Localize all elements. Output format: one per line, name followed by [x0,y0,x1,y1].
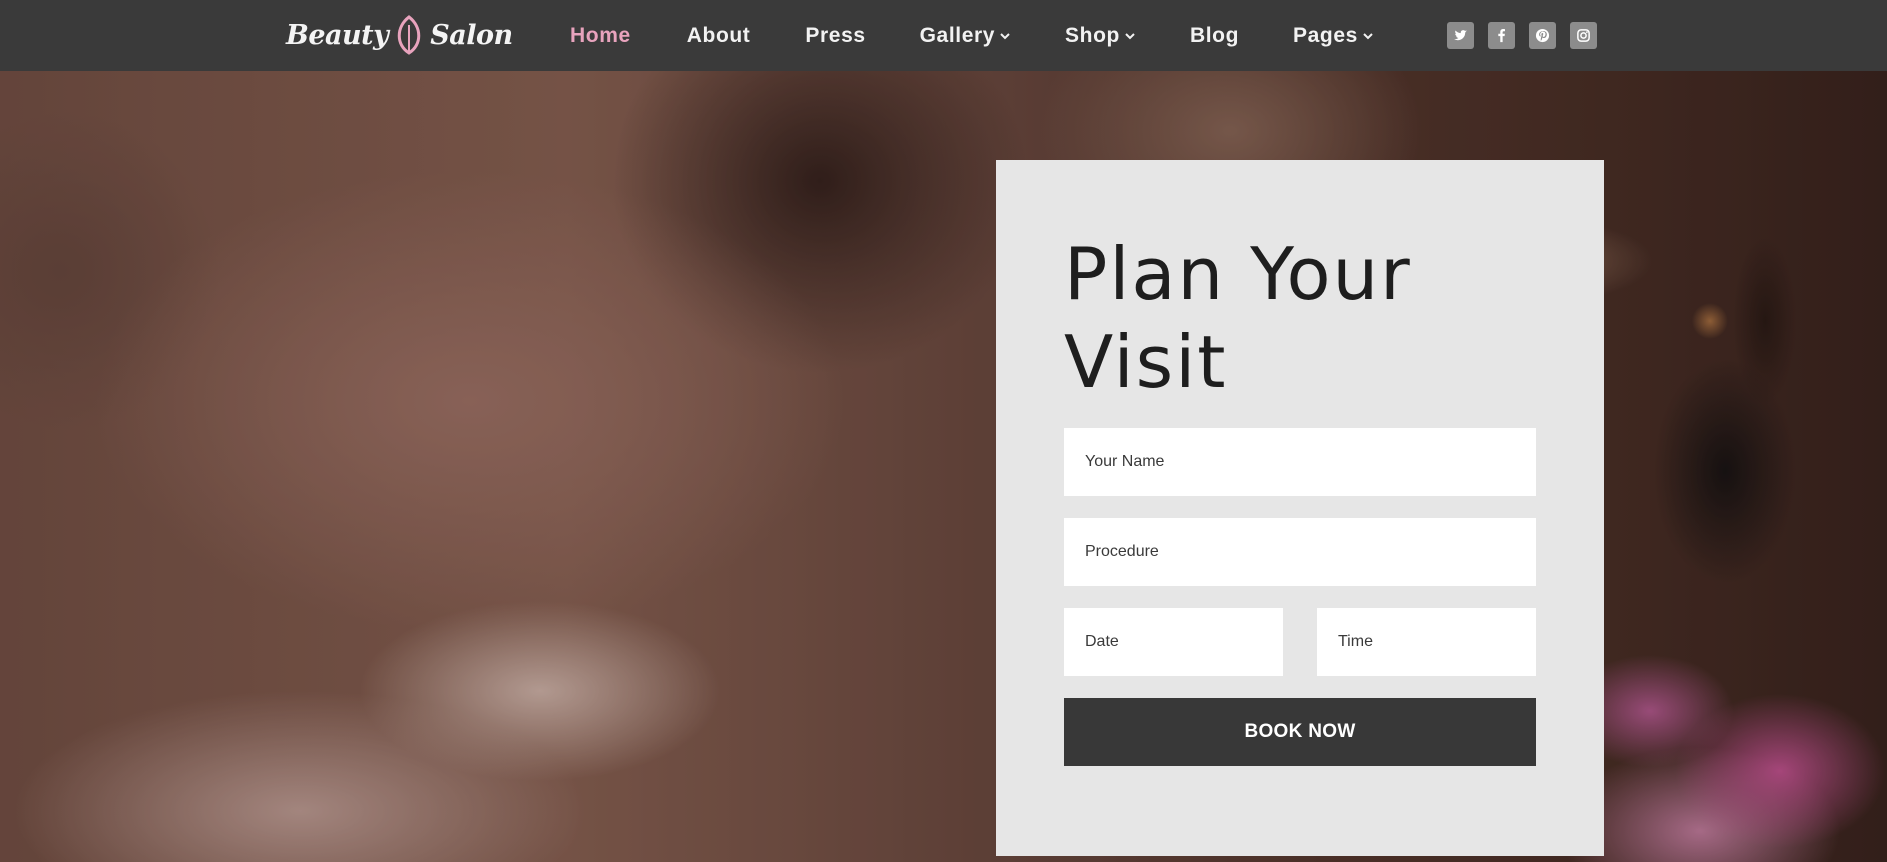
name-field[interactable] [1064,428,1536,496]
nav-item-label: Blog [1189,23,1239,47]
main-nav: Home About Press Gallery Shop Blog Pages [546,0,1374,71]
brand-name-left: Beauty [286,19,389,51]
nav-item-label: About [686,23,751,47]
instagram-icon [1577,29,1590,42]
nav-item-home[interactable]: Home [570,24,631,48]
nav-item-label: Gallery [919,23,996,47]
brand-logo[interactable]: Beauty Salon [286,12,513,58]
nav-item-label: Home [570,23,631,47]
nav-item-pages[interactable]: Pages [1293,24,1374,48]
pinterest-link[interactable] [1529,22,1556,49]
booking-card: Plan Your Visit BOOK NOW [996,160,1604,856]
social-links [1447,22,1597,49]
booking-title: Plan Your Visit [1064,232,1412,404]
nav-item-press[interactable]: Press [805,24,865,48]
twitter-link[interactable] [1447,22,1474,49]
nav-item-about[interactable]: About [687,24,751,48]
nav-item-label: Pages [1293,23,1358,47]
site-header: Beauty Salon Home About Press Gallery Sh… [0,0,1887,71]
time-field[interactable] [1317,608,1536,676]
facebook-icon [1498,28,1505,43]
book-now-button[interactable]: BOOK NOW [1064,698,1536,766]
instagram-link[interactable] [1570,22,1597,49]
nav-item-label: Press [805,23,866,47]
procedure-field[interactable] [1064,518,1536,586]
nav-item-shop[interactable]: Shop [1065,24,1136,48]
chevron-down-icon [1363,32,1373,39]
twitter-icon [1453,30,1468,41]
leaf-icon [398,15,421,55]
chevron-down-icon [1125,32,1135,39]
facebook-link[interactable] [1488,22,1515,49]
brand-name-right: Salon [430,19,513,51]
nav-item-label: Shop [1065,23,1120,47]
nav-item-blog[interactable]: Blog [1190,24,1239,48]
pinterest-icon [1535,28,1550,43]
nav-item-gallery[interactable]: Gallery [920,24,1011,48]
date-field[interactable] [1064,608,1283,676]
chevron-down-icon [1000,32,1010,39]
